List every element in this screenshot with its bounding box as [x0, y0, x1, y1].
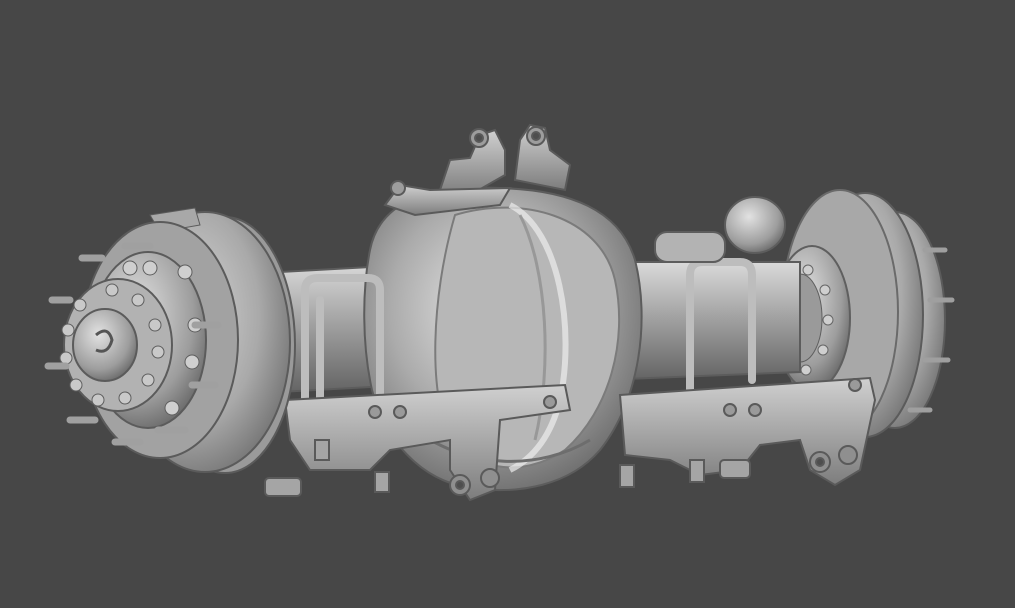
axle-model-render	[44, 123, 955, 502]
left-wheel-end	[44, 207, 296, 474]
right-brake-chamber	[654, 196, 786, 263]
right-spring-seat	[618, 376, 877, 488]
3d-viewport[interactable]	[0, 0, 1015, 608]
